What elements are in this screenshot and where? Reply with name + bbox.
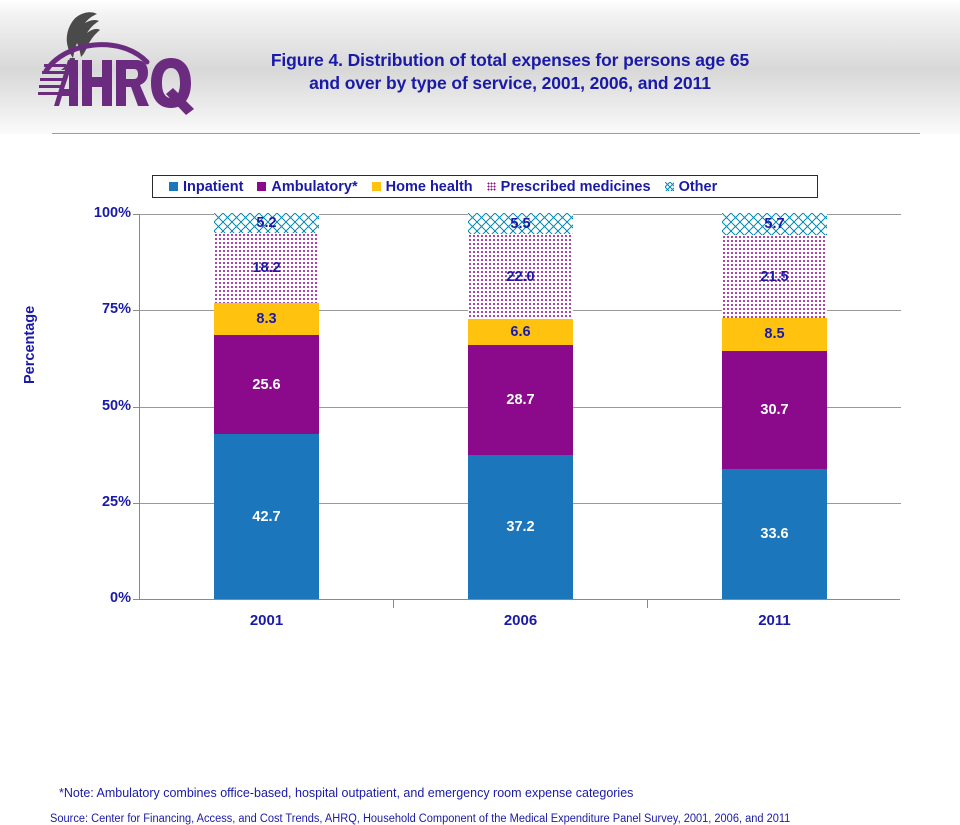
x-axis-label-2001: 2001 <box>249 612 284 629</box>
bar-2006[interactable]: 5.5 22.0 6.6 28.7 37.2 <box>468 213 573 599</box>
page-title-line1: Figure 4. Distribution of total expenses… <box>270 50 750 70</box>
page-title: Figure 4. Distribution of total expenses… <box>210 49 810 95</box>
plot-area: 100% 75% 50% 25% 0% 5.2 18.2 8.3 25.6 42… <box>94 205 901 629</box>
bar-2011[interactable]: 5.7 21.5 8.5 30.7 33.6 <box>722 213 827 599</box>
footnote-note: *Note: Ambulatory combines office-based,… <box>59 786 634 800</box>
chart-legend: Inpatient Ambulatory* Home health Prescr… <box>152 175 818 198</box>
value-2011-other: 5.7 <box>764 216 785 233</box>
xtick-sep-2 <box>647 600 648 608</box>
legend-item-other[interactable]: Other <box>664 178 718 195</box>
legend-swatch-home-health <box>371 182 381 191</box>
legend-item-inpatient[interactable]: Inpatient <box>169 179 243 195</box>
value-2011-prescribed-medicines: 21.5 <box>760 268 789 285</box>
value-2001-other: 5.2 <box>256 215 277 232</box>
value-2006-ambulatory: 28.7 <box>506 392 535 409</box>
value-2006-prescribed-medicines: 22.0 <box>506 268 535 285</box>
value-2011-home-health: 8.5 <box>764 326 785 343</box>
segment-2011-prescribed-medicines[interactable]: 21.5 <box>722 235 827 319</box>
segment-2006-inpatient[interactable]: 37.2 <box>468 455 573 599</box>
segment-2001-prescribed-medicines[interactable]: 18.2 <box>214 233 319 304</box>
legend-swatch-prescribed-medicines <box>486 182 496 191</box>
ahrq-wordmark <box>38 58 194 115</box>
segment-2001-home-health[interactable]: 8.3 <box>214 303 319 336</box>
value-2001-ambulatory: 25.6 <box>252 376 281 393</box>
value-2011-inpatient: 33.6 <box>760 526 789 543</box>
y-axis-label-100: 100% <box>93 205 131 221</box>
legend-label-inpatient: Inpatient <box>183 178 244 195</box>
legend-item-ambulatory[interactable]: Ambulatory* <box>257 178 358 195</box>
legend-label-other: Other <box>678 178 718 195</box>
legend-label-prescribed-medicines: Prescribed medicines <box>500 178 651 195</box>
ytick-25 <box>133 503 140 504</box>
x-axis-label-2011: 2011 <box>758 612 791 629</box>
chart-container: Inpatient Ambulatory* Home health Prescr… <box>0 134 960 825</box>
ytick-50 <box>133 407 140 408</box>
value-2001-home-health: 8.3 <box>256 311 277 328</box>
y-axis-label-50: 50% <box>101 398 131 414</box>
segment-2011-home-health[interactable]: 8.5 <box>722 318 827 351</box>
legend-item-prescribed-medicines[interactable]: Prescribed medicines <box>486 178 651 195</box>
legend-swatch-inpatient <box>169 182 178 191</box>
legend-item-home-health[interactable]: Home health <box>371 178 473 195</box>
ytick-0 <box>133 599 140 600</box>
value-2006-inpatient: 37.2 <box>506 519 535 536</box>
segment-2006-home-health[interactable]: 6.6 <box>468 319 573 345</box>
value-2001-prescribed-medicines: 18.2 <box>252 260 281 277</box>
segment-2011-other[interactable]: 5.7 <box>722 213 827 236</box>
segment-2011-ambulatory[interactable]: 30.7 <box>722 350 827 470</box>
footnote-source: Source: Center for Financing, Access, an… <box>50 813 791 825</box>
legend-swatch-ambulatory <box>257 182 267 191</box>
hhs-eagle-icon <box>61 12 100 70</box>
value-2006-home-health: 6.6 <box>510 323 531 340</box>
ahrq-logo <box>34 8 204 118</box>
segment-2001-ambulatory[interactable]: 25.6 <box>214 335 319 435</box>
y-axis-label-25: 25% <box>101 494 131 510</box>
ytick-100 <box>133 214 140 215</box>
ahrq-logo-svg <box>38 12 194 115</box>
y-axis-label-0: 0% <box>110 590 131 606</box>
page-header: Figure 4. Distribution of total expenses… <box>0 0 960 135</box>
segment-2001-other[interactable]: 5.2 <box>214 213 319 234</box>
y-axis-title: Percentage <box>22 305 38 384</box>
value-2001-inpatient: 42.7 <box>252 508 281 525</box>
y-axis-label-75: 75% <box>101 301 131 317</box>
segment-2006-ambulatory[interactable]: 28.7 <box>468 344 573 456</box>
x-axis-label-2006: 2006 <box>503 612 538 629</box>
ytick-75 <box>133 310 140 311</box>
value-2011-ambulatory: 30.7 <box>760 402 789 419</box>
legend-label-ambulatory: Ambulatory* <box>271 178 358 195</box>
xtick-sep-1 <box>393 600 394 608</box>
bar-2001[interactable]: 5.2 18.2 8.3 25.6 42.7 <box>214 213 319 599</box>
page-title-line2: and over by type of service, 2001, 2006,… <box>309 73 711 93</box>
segment-2006-prescribed-medicines[interactable]: 22.0 <box>468 234 573 320</box>
segment-2006-other[interactable]: 5.5 <box>468 213 573 235</box>
segment-2001-inpatient[interactable]: 42.7 <box>214 434 319 599</box>
value-2006-other: 5.5 <box>510 215 531 232</box>
legend-swatch-other <box>664 182 674 191</box>
segment-2011-inpatient[interactable]: 33.6 <box>722 469 827 599</box>
legend-label-home-health: Home health <box>385 178 473 195</box>
